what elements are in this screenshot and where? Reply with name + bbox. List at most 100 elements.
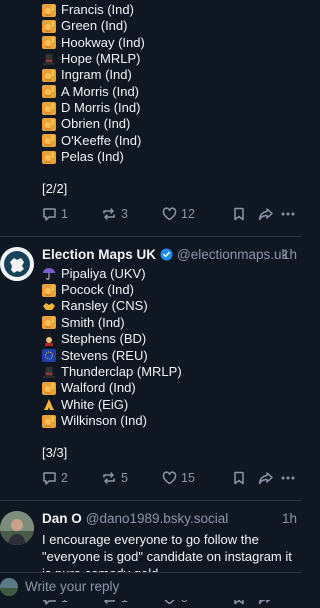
candidate-item: O'Keeffe (Ind) — [42, 133, 297, 149]
reply-count: 1 — [61, 206, 68, 221]
candidate-name: D Morris (Ind) — [61, 100, 141, 116]
heart-icon — [162, 470, 177, 484]
raising-hand-emoji — [42, 150, 56, 164]
candidate-item: Green (Ind) — [42, 18, 297, 34]
reply-composer[interactable]: Write your reply — [0, 572, 301, 600]
candidate-name: O'Keeffe (Ind) — [61, 132, 142, 148]
text-line: I encourage everyone to go follow the — [42, 531, 259, 547]
bookmark-button[interactable] — [233, 471, 258, 485]
candidate-item: Hope (MRLP) — [42, 51, 297, 67]
candidate-name: Pelas (Ind) — [61, 149, 124, 165]
timestamp[interactable]: 1h — [282, 511, 297, 526]
candidate-item: Stevens (REU) — [42, 348, 297, 364]
candidate-list: Pipaliya (UKV) Pocock (Ind) Ransley (CNS) S… — [42, 266, 297, 429]
avatar[interactable] — [0, 246, 34, 281]
candidate-item: Pelas (Ind) — [42, 149, 297, 165]
share-icon — [258, 208, 273, 221]
reply-icon — [43, 471, 56, 485]
candidate-name: Stevens (REU) — [61, 347, 148, 363]
reply-count: 2 — [61, 470, 68, 485]
share-button[interactable] — [258, 471, 281, 485]
candidate-item: Obrien (Ind) — [42, 116, 297, 132]
bookmark-icon — [234, 471, 244, 484]
candidate-item: White (EiG) — [42, 397, 297, 413]
raising-hand-emoji — [42, 69, 56, 83]
like-count: 12 — [181, 206, 195, 221]
raising-hand-emoji — [42, 283, 56, 297]
more-icon — [281, 212, 295, 216]
thread: Francis (Ind) Green (Ind) Hookway (Ind) Hop… — [0, 0, 301, 608]
post-header: Dan O @dano1989.bsky.social 1h — [42, 511, 297, 527]
author-name[interactable]: Election Maps UK — [42, 247, 156, 262]
candidate-name: Wilkinson (Ind) — [61, 412, 147, 428]
more-options-button[interactable] — [281, 476, 295, 480]
handshake-emoji — [42, 300, 56, 313]
candidate-name: Hookway (Ind) — [61, 34, 145, 50]
like-count: 15 — [181, 470, 195, 485]
post-election-maps-3of3[interactable]: Election Maps UK @electionmaps.uk 1h Pip… — [0, 237, 301, 501]
candidate-name: Pipaliya (UKV) — [61, 265, 146, 281]
raising-hand-emoji — [42, 118, 56, 132]
repost-button[interactable]: 5 — [101, 471, 162, 485]
candidate-name: A Morris (Ind) — [61, 83, 140, 99]
heart-icon — [162, 207, 177, 221]
candidate-name: Smith (Ind) — [61, 314, 125, 330]
reply-button[interactable]: 1 — [42, 207, 101, 221]
raising-hand-emoji — [42, 414, 56, 428]
candidate-name: White (EiG) — [61, 396, 129, 412]
repost-icon — [103, 471, 115, 484]
bookmark-button[interactable] — [233, 207, 258, 221]
top-hat-emoji — [42, 366, 56, 379]
author-name[interactable]: Dan O — [42, 511, 82, 526]
umbrella-emoji — [42, 267, 56, 281]
share-button[interactable] — [258, 207, 281, 221]
raising-hand-emoji — [42, 36, 56, 50]
candidate-item: Ransley (CNS) — [42, 298, 297, 314]
candidate-item: Thunderclap (MRLP) — [42, 364, 297, 380]
candidate-name: Ingram (Ind) — [61, 67, 132, 83]
page-indicator: [2/2] — [42, 181, 68, 197]
candidate-item: Pipaliya (UKV) — [42, 266, 297, 282]
repost-count: 5 — [121, 470, 128, 485]
raising-hand-emoji — [42, 85, 56, 99]
candidate-name: Pocock (Ind) — [61, 282, 134, 298]
author-handle[interactable]: @electionmaps.uk — [177, 247, 288, 262]
raising-hand-emoji — [42, 134, 56, 148]
candidate-item: Hookway (Ind) — [42, 35, 297, 51]
repost-icon — [103, 208, 115, 220]
avatar[interactable] — [0, 510, 34, 545]
verified-badge-icon — [160, 248, 173, 261]
post-election-maps-2of2[interactable]: Francis (Ind) Green (Ind) Hookway (Ind) Hop… — [0, 0, 301, 237]
eu-flag-emoji — [42, 349, 56, 363]
candidate-item: D Morris (Ind) — [42, 100, 297, 116]
text-line: "everyone is god" candidate on instagram… — [42, 548, 292, 564]
raising-hand-emoji — [42, 20, 56, 34]
reply-icon — [43, 208, 56, 221]
candidate-name: Green (Ind) — [61, 18, 128, 34]
top-hat-emoji — [42, 53, 56, 66]
user-avatar — [0, 577, 18, 596]
raising-hand-emoji — [42, 101, 56, 115]
timestamp[interactable]: 1h — [282, 247, 297, 262]
repost-button[interactable]: 3 — [101, 207, 162, 221]
candidate-name: Walford (Ind) — [61, 380, 136, 396]
reply-input[interactable]: Write your reply — [25, 579, 119, 594]
raising-hand-emoji — [42, 381, 56, 395]
like-button[interactable]: 12 — [162, 207, 233, 221]
like-button[interactable]: 15 — [162, 471, 233, 485]
more-options-button[interactable] — [281, 212, 295, 216]
author-handle[interactable]: @dano1989.bsky.social — [86, 511, 229, 526]
candidate-list: Francis (Ind) Green (Ind) Hookway (Ind) Hop… — [42, 2, 297, 165]
candidate-item: A Morris (Ind) — [42, 84, 297, 100]
profile-photo-icon — [0, 510, 34, 545]
candidate-item: Walford (Ind) — [42, 380, 297, 396]
candidate-name: Francis (Ind) — [61, 2, 134, 17]
raising-hand-emoji — [42, 316, 56, 330]
candidate-name: Thunderclap (MRLP) — [61, 363, 182, 379]
post-header: Election Maps UK @electionmaps.uk 1h — [42, 247, 297, 263]
candidate-name: Ransley (CNS) — [61, 298, 148, 314]
post-actions: 1 3 12 — [42, 204, 297, 224]
reply-button[interactable]: 2 — [42, 471, 101, 485]
candidate-item: Smith (Ind) — [42, 315, 297, 331]
candidate-name: Obrien (Ind) — [61, 116, 131, 132]
